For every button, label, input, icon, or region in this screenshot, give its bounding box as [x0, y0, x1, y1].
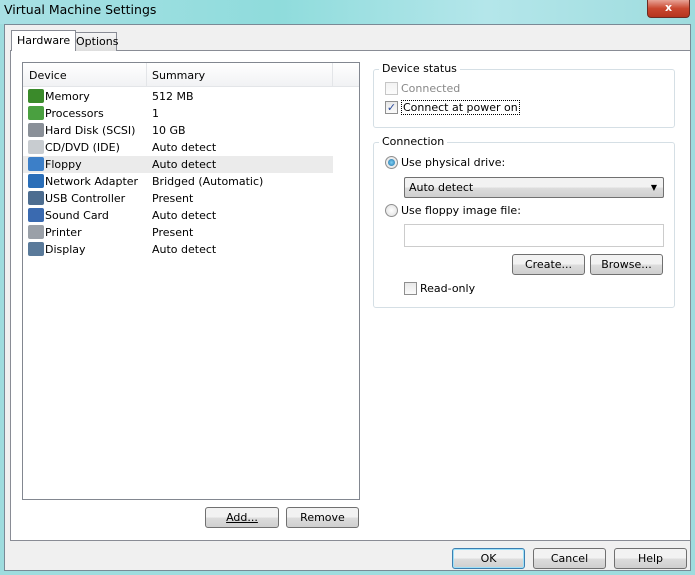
drive-select-value: Auto detect [409, 181, 474, 194]
device-row[interactable]: Printer Present [23, 224, 333, 241]
physical-drive-label: Use physical drive: [401, 156, 506, 169]
device-summary: 512 MB [152, 90, 194, 103]
browse-button[interactable]: Browse... [590, 254, 663, 275]
device-name: Printer [45, 226, 82, 239]
remove-label: Remove [300, 511, 345, 524]
read-only-label: Read-only [420, 282, 476, 295]
device-row[interactable]: Sound Card Auto detect [23, 207, 333, 224]
close-button[interactable]: x [647, 0, 690, 18]
image-file-label: Use floppy image file: [401, 204, 521, 217]
device-row[interactable]: CD/DVD (IDE) Auto detect [23, 139, 333, 156]
usb-controller-icon [28, 191, 44, 205]
window-title: Virtual Machine Settings [4, 2, 157, 17]
device-summary: Auto detect [152, 209, 217, 222]
column-divider[interactable] [146, 63, 147, 87]
processors-icon [28, 106, 44, 120]
image-file-input[interactable] [404, 224, 664, 247]
device-name: CD/DVD (IDE) [45, 141, 120, 154]
drive-select[interactable]: Auto detect ▼ [404, 177, 664, 198]
memory-icon [28, 89, 44, 103]
device-summary: 10 GB [152, 124, 186, 137]
cancel-button[interactable]: Cancel [533, 548, 606, 569]
network-adapter-icon [28, 174, 44, 188]
device-summary: 1 [152, 107, 159, 120]
device-list[interactable]: Device Summary Memory 512 MB Processors … [22, 62, 360, 500]
cd-dvd-ide-icon [28, 140, 44, 154]
device-status-group: Device status Connected ✓ Connect at pow… [373, 62, 675, 128]
connect-power-checkbox[interactable]: ✓ [385, 101, 398, 114]
device-summary: Present [152, 192, 194, 205]
connect-power-label: Connect at power on [401, 100, 520, 115]
device-name: Sound Card [45, 209, 109, 222]
connected-checkbox[interactable] [385, 82, 398, 95]
device-row[interactable]: Hard Disk (SCSI) 10 GB [23, 122, 333, 139]
device-row[interactable]: Display Auto detect [23, 241, 333, 258]
list-header: Device Summary [23, 63, 359, 87]
device-row[interactable]: Memory 512 MB [23, 88, 333, 105]
floppy-icon [28, 157, 44, 171]
device-row[interactable]: USB Controller Present [23, 190, 333, 207]
tab-hardware[interactable]: Hardware [11, 30, 77, 51]
printer-icon [28, 225, 44, 239]
device-summary: Auto detect [152, 158, 217, 171]
create-button[interactable]: Create... [512, 254, 585, 275]
device-name: Display [45, 243, 86, 256]
column-divider[interactable] [332, 63, 333, 87]
hard-disk-scsi-icon [28, 123, 44, 137]
device-summary: Auto detect [152, 141, 217, 154]
device-name: Processors [45, 107, 104, 120]
connection-label: Connection [379, 135, 448, 148]
read-only-checkbox[interactable] [404, 282, 417, 295]
ok-button[interactable]: OK [452, 548, 525, 569]
device-name: Hard Disk (SCSI) [45, 124, 136, 137]
connected-label: Connected [401, 82, 461, 95]
device-summary: Present [152, 226, 194, 239]
image-file-radio[interactable] [385, 204, 398, 217]
device-summary: Auto detect [152, 243, 217, 256]
display-icon [28, 242, 44, 256]
add-button[interactable]: Add... [205, 507, 279, 528]
device-status-label: Device status [379, 62, 460, 75]
column-summary[interactable]: Summary [152, 69, 205, 82]
remove-button[interactable]: Remove [286, 507, 359, 528]
device-row[interactable]: Network Adapter Bridged (Automatic) [23, 173, 333, 190]
device-row[interactable]: Processors 1 [23, 105, 333, 122]
help-button[interactable]: Help [614, 548, 687, 569]
sound-card-icon [28, 208, 44, 222]
chevron-down-icon: ▼ [650, 183, 657, 192]
device-name: Floppy [45, 158, 82, 171]
connection-group: Connection Use physical drive: Auto dete… [373, 135, 675, 308]
device-name: USB Controller [45, 192, 126, 205]
device-row[interactable]: Floppy Auto detect [23, 156, 333, 173]
column-device[interactable]: Device [29, 69, 67, 82]
physical-drive-radio[interactable] [385, 156, 398, 169]
device-name: Memory [45, 90, 90, 103]
add-label: Add... [226, 511, 258, 524]
tab-options[interactable]: Options [71, 32, 118, 51]
device-name: Network Adapter [45, 175, 139, 188]
device-summary: Bridged (Automatic) [152, 175, 264, 188]
